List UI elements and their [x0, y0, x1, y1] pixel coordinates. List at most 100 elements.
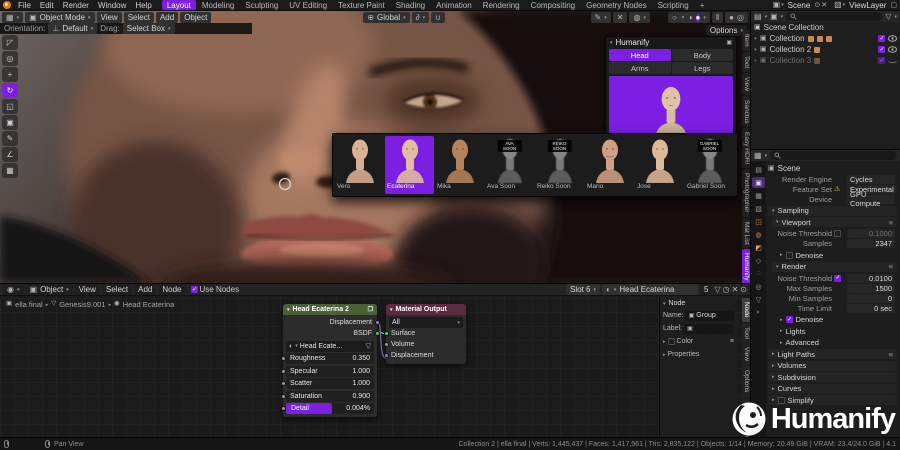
section-light-paths[interactable]: ▸ Light Paths ≡ — [768, 349, 897, 359]
subsection-render[interactable]: ▾ Render ≡ — [772, 261, 897, 272]
section-curves[interactable]: ▸ Curves — [768, 383, 897, 394]
denoise-checkbox[interactable] — [785, 251, 793, 259]
viewport-menu-select[interactable]: Select — [123, 12, 154, 23]
denoise-checkbox[interactable] — [785, 316, 793, 323]
noise-threshold-value[interactable]: 0.0100 — [847, 273, 895, 283]
menu-file[interactable]: File — [14, 1, 35, 10]
filter-icon[interactable]: ▽ — [885, 12, 891, 21]
subsection-lights[interactable]: ▸ Lights — [776, 326, 897, 336]
panel-menu-icon[interactable]: ≡ — [889, 218, 893, 227]
viewport-menu-object[interactable]: Object — [180, 12, 212, 23]
properties-tab-scene[interactable]: ◳ — [752, 216, 765, 227]
tab-legs[interactable]: Legs — [671, 62, 733, 74]
viewport-menu-add[interactable]: Add — [155, 12, 179, 23]
noise-threshold-value[interactable]: 0.1000 — [847, 229, 895, 238]
properties-tab-modifiers[interactable]: ◇ — [752, 255, 765, 266]
editor-type-button[interactable]: ▦ ▾ — [2, 12, 24, 23]
workspace-tab-compositing[interactable]: Compositing — [526, 0, 580, 10]
socket-surface-in[interactable] — [383, 331, 389, 336]
node-label-input[interactable]: ▣ — [684, 323, 734, 334]
samples-value[interactable]: 2347 — [847, 239, 895, 248]
properties-tab-material[interactable]: ◐ — [752, 307, 765, 318]
wireframe-shading-icon[interactable]: ○ — [672, 13, 677, 22]
menu-render[interactable]: Render — [59, 1, 93, 10]
rendered-shading-icon[interactable]: ● — [695, 13, 701, 22]
unlink-material-icon[interactable]: ✕ — [732, 285, 739, 294]
material-selector[interactable]: ◐ ▾ Head Ecaterina — [602, 284, 698, 295]
tool-rotate[interactable]: ↻ — [2, 83, 18, 98]
subsection-viewport-denoise[interactable]: ▸ Denoise — [776, 250, 897, 260]
copy-viewlayer-icon[interactable]: ▢ — [890, 2, 897, 9]
min-samples-value[interactable]: 0 — [847, 293, 895, 303]
node-color-section[interactable]: ▸ Color ≡ — [663, 335, 734, 348]
workspace-tab-rendering[interactable]: Rendering — [478, 0, 525, 10]
tool-add-primitive[interactable]: ▦ — [2, 163, 18, 178]
eye-hidden-icon[interactable] — [888, 57, 897, 64]
render-preview-icon[interactable]: ● ◎ — [725, 12, 748, 23]
sidebar-tab-sanctus[interactable]: Sanctus — [741, 95, 750, 128]
properties-search-input[interactable] — [770, 151, 897, 160]
tool-scale[interactable]: ◱ — [2, 99, 18, 114]
character-vero[interactable]: Vero — [335, 136, 384, 194]
pivot-point-selector[interactable]: ∂ ▾ — [411, 12, 430, 23]
solid-shading-icon[interactable]: ◔ — [680, 13, 685, 22]
add-workspace-button[interactable]: + — [695, 0, 710, 10]
tool-transform[interactable]: ▣ — [2, 115, 18, 130]
noise-threshold-checkbox[interactable] — [834, 274, 841, 282]
unlink-scene-icon[interactable]: ✕ — [821, 2, 827, 9]
collection-checkbox[interactable] — [878, 57, 885, 64]
material-shading-icon[interactable]: ◑ — [688, 13, 693, 22]
subsection-viewport[interactable]: ▾ Viewport ≡ — [772, 217, 897, 227]
eye-visibility-icon[interactable] — [888, 46, 897, 53]
subsection-render-denoise[interactable]: ▸Denoise — [776, 315, 897, 325]
editor-type-button[interactable]: ◉ ▾ — [3, 284, 24, 295]
panel-drag-icon[interactable]: ▣ — [726, 40, 732, 46]
properties-tab-world[interactable]: ◍ — [752, 229, 765, 240]
fake-user-shield-icon[interactable]: ▽ — [714, 285, 720, 294]
shader-tab-node[interactable]: Node — [741, 298, 750, 322]
param-roughness[interactable]: Roughness 0.350 — [280, 353, 374, 364]
overlays-toggle[interactable]: ◍ ▾ — [629, 12, 650, 23]
node-header[interactable]: ▾ Material Output — [386, 304, 466, 315]
properties-tab-output[interactable]: ▦ — [752, 190, 765, 201]
tool-cursor[interactable]: ◎ — [2, 51, 18, 66]
render-engine-selector[interactable]: Cycles — [847, 174, 895, 184]
character-jose[interactable]: Jose — [635, 136, 684, 194]
menu-edit[interactable]: Edit — [36, 1, 58, 10]
sidebar-tab-view[interactable]: View — [741, 72, 750, 95]
max-samples-value[interactable]: 1500 — [847, 283, 895, 293]
blender-logo-icon[interactable] — [3, 1, 11, 9]
outliner-row-scene-collection[interactable]: ▣ Scene Collection — [751, 22, 900, 33]
collapse-panel-icon[interactable]: ▾ — [610, 40, 613, 46]
menu-window[interactable]: Window — [94, 1, 130, 10]
tool-move[interactable]: + — [2, 67, 18, 82]
outliner-row-collection[interactable]: • ▣ Collection — [751, 33, 900, 44]
properties-tab-object[interactable]: ◩ — [752, 242, 765, 253]
3d-viewport[interactable]: ▦ ▾ ▣ Object Mode ▾ View Select Add Object … — [0, 11, 750, 283]
tab-arms[interactable]: Arms — [609, 62, 671, 74]
workspace-tab-uv-editing[interactable]: UV Editing — [284, 0, 332, 10]
socket-displacement-out[interactable] — [374, 320, 380, 325]
shader-menu-node[interactable]: Node — [158, 284, 186, 295]
shader-menu-add[interactable]: Add — [134, 284, 157, 295]
new-material-icon[interactable]: ◷ — [723, 285, 730, 294]
annotate-tool-button[interactable]: ✎ ▾ — [590, 12, 611, 23]
character-reiko-soon[interactable]: Reiko Soon Reiko Soon — [535, 136, 584, 194]
param-scatter[interactable]: Scatter 1.000 — [280, 378, 374, 389]
socket-scatter-in[interactable] — [280, 381, 286, 386]
collection-checkbox[interactable] — [878, 35, 885, 42]
character-mika[interactable]: Mika — [435, 136, 484, 194]
socket-volume-in[interactable] — [383, 342, 389, 347]
pin-scene-icon[interactable]: ⊙ — [814, 2, 820, 9]
param-saturation[interactable]: Saturation 0.900 — [280, 390, 374, 402]
mode-selector[interactable]: ▣ Object Mode ▾ — [25, 12, 95, 23]
time-limit-value[interactable]: 0 sec — [847, 303, 895, 313]
display-mode-icon[interactable]: ▣ — [770, 12, 778, 21]
character-preview[interactable] — [609, 76, 733, 138]
properties-tab-particles[interactable]: ◌ — [752, 268, 765, 279]
param-specular[interactable]: Specular 1.000 — [280, 365, 374, 377]
node-material-field[interactable]: ◐ ▾ Head Ecate... ▽ — [286, 340, 374, 352]
tool-measure[interactable]: ∠ — [2, 147, 18, 162]
workspace-tab-sculpting[interactable]: Sculpting — [240, 0, 283, 10]
material-slot-selector[interactable]: Slot 6 ▾ — [566, 284, 600, 295]
